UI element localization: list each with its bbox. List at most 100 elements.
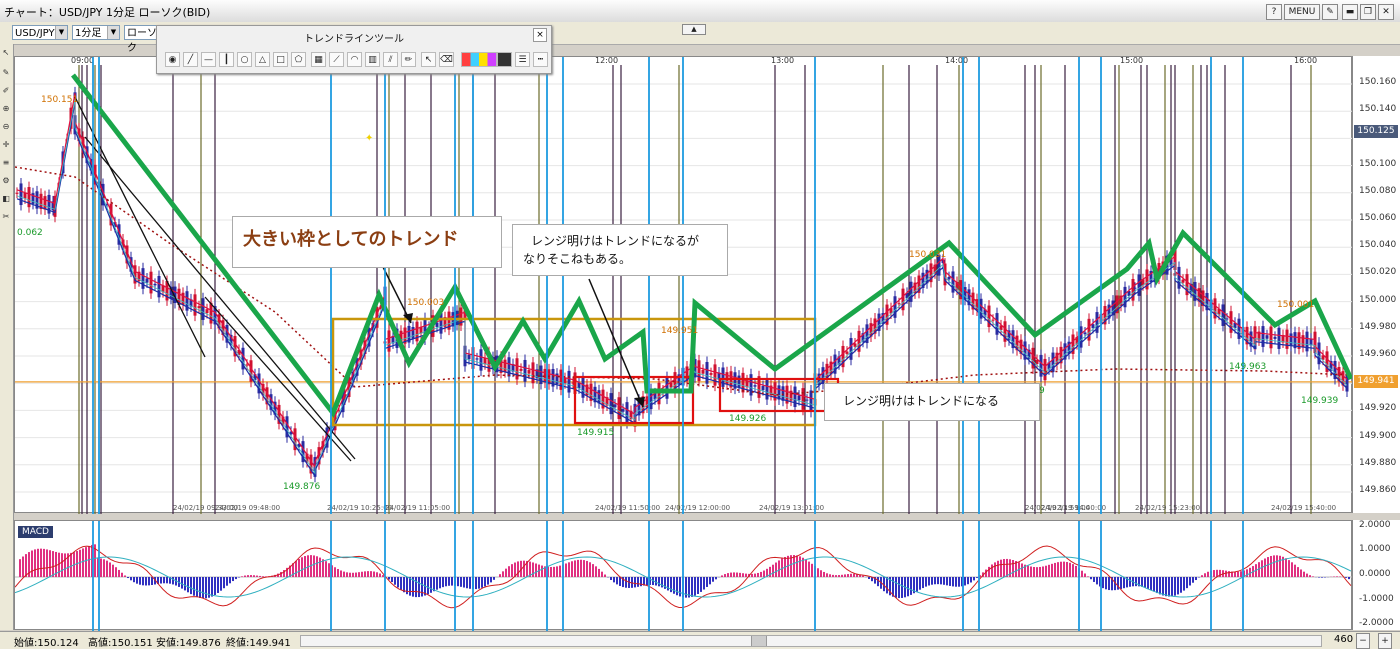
macd-histogram-bar [457,577,459,586]
grid-tool-icon[interactable]: ▦ [311,52,326,67]
triangle-tool-icon[interactable]: △ [255,52,270,67]
macd-histogram-bar [601,572,603,577]
candle-body [1134,288,1137,289]
macd-histogram-bar [826,573,828,577]
macd-histogram-bar [877,577,879,586]
macd-histogram-bar [334,567,336,577]
color-palette-icon[interactable] [461,52,497,67]
macd-histogram-bar [919,577,921,590]
eraser-icon[interactable]: ◧ [1,194,11,204]
price-chart[interactable]: 09:0012:0013:0014:0015:0016:0024/02/19 0… [14,56,1352,513]
macd-histogram-bar [715,577,717,579]
macd-histogram-bar [613,577,615,582]
line-style-icon[interactable]: ┅ [533,52,548,67]
macd-histogram-bar [316,556,318,577]
candle-body [1266,335,1269,339]
symbol-select[interactable]: USD/JPY ▼ [12,25,68,40]
macd-histogram-bar [364,571,366,577]
cursor-tool-icon[interactable]: ◉ [165,52,180,67]
macd-histogram-bar [1288,560,1290,577]
draw-icon[interactable]: ✐ [1,86,11,96]
minimize-icon[interactable]: ▬ [1342,4,1358,20]
hour-tick-label: 12:00 [595,57,618,65]
macd-histogram-bar [1195,577,1197,580]
macd-histogram-bar [844,574,846,577]
price-axis-label: 149.960 [1359,349,1396,359]
arc-tool-icon[interactable]: ◠ [347,52,362,67]
line-tool-icon[interactable]: ╱ [183,52,198,67]
menu-button[interactable]: MENU ▼ [1284,4,1320,20]
pointer-tool-icon[interactable]: ↖ [421,52,436,67]
horizontal-scrollbar[interactable] [300,635,1322,647]
rect-tool-icon[interactable]: □ [273,52,288,67]
macd-histogram-bar [565,563,567,577]
macd-histogram-bar [937,577,939,584]
annotation-big-trend: 大きい枠としてのトレンド [232,216,502,268]
macd-histogram-bar [967,577,969,584]
zoom-in-icon[interactable]: ⊕ [1,104,11,114]
hline-tool-icon[interactable]: — [201,52,216,67]
macd-histogram-bar [1183,577,1185,591]
zoom-out-button[interactable]: − [1356,633,1370,649]
macd-histogram-bar [634,577,636,587]
candle-body [154,284,157,285]
list-icon[interactable]: ≡ [1,158,11,168]
macd-histogram-bar [1135,577,1137,586]
macd-histogram-bar [1237,572,1239,577]
macd-histogram-bar [1270,556,1272,577]
candle-body [210,303,213,324]
timeframe-select[interactable]: 1分足 ▼ [72,25,120,40]
scrollbar-thumb[interactable] [751,636,767,646]
annotation-big-trend-text: 大きい枠としてのトレンド [243,225,458,251]
crosshair-icon[interactable]: ✛ [1,140,11,150]
cursor-icon[interactable]: ↖ [1,48,11,58]
pen-icon[interactable]: ✎ [1,68,11,78]
macd-histogram-bar [481,577,483,588]
macd-histogram-bar [1309,575,1311,577]
channel-tool-icon[interactable]: ⫽ [383,52,398,67]
macd-histogram-bar [418,577,420,597]
date-tick-label: 24/02/19 09:48:00 [215,504,280,512]
macd-histogram-bar [460,577,462,587]
macd-histogram-bar [970,577,972,582]
fib-tool-icon[interactable]: ▥ [365,52,380,67]
color-black-icon[interactable] [497,52,512,67]
macd-histogram-bar [1063,562,1065,577]
macd-histogram-bar [589,562,591,577]
zoom-in-button[interactable]: + [1378,633,1392,649]
price-marker-label: 0.062 [17,228,43,238]
line-width-icon[interactable]: ☰ [515,52,530,67]
macd-histogram-bar [568,562,570,577]
circle-tool-icon[interactable]: ○ [237,52,252,67]
pentagon-tool-icon[interactable]: ⬠ [291,52,306,67]
zoom-out-icon[interactable]: ⊖ [1,122,11,132]
macd-histogram-bar [400,577,402,590]
candle-body [142,268,145,289]
pin-icon[interactable]: ✎ [1322,4,1338,20]
candle-body [528,370,531,374]
macd-panel[interactable]: MACD [14,520,1352,630]
macd-histogram-bar [1189,577,1191,585]
macd-histogram-bar [499,574,501,577]
settings-icon[interactable]: ⚙ [1,176,11,186]
ruler-tool-icon[interactable]: ✏ [401,52,416,67]
vline-tool-icon[interactable]: ┃ [219,52,234,67]
paint-icon[interactable]: ✂ [1,212,11,222]
macd-histogram-bar [1177,577,1179,594]
price-marker-label: 149.939 [1301,396,1338,406]
macd-histogram-bar [1150,577,1152,590]
macd-histogram-bar [1093,577,1095,582]
macd-histogram-bar [955,577,957,587]
candle-body [1084,332,1087,334]
help-button[interactable]: ? [1266,4,1282,20]
restore-icon[interactable]: ❐ [1360,4,1376,20]
fan-tool-icon[interactable]: ⟋ [329,52,344,67]
status-low: 安値:149.876 [156,634,221,649]
close-icon[interactable]: × [533,28,547,42]
collapse-arrow-icon[interactable]: ▲ [682,24,706,35]
macd-histogram-bar [1087,576,1089,577]
macd-histogram-bar [1168,577,1170,597]
eraser-tool-icon[interactable]: ⌫ [439,52,454,67]
close-icon[interactable]: ✕ [1378,4,1394,20]
trendline-tool-window[interactable]: トレンドラインツール × ◉ ╱ — ┃ ○ △ □ ⬠ ▦ ⟋ ◠ ▥ ⫽ ✏… [156,25,552,74]
